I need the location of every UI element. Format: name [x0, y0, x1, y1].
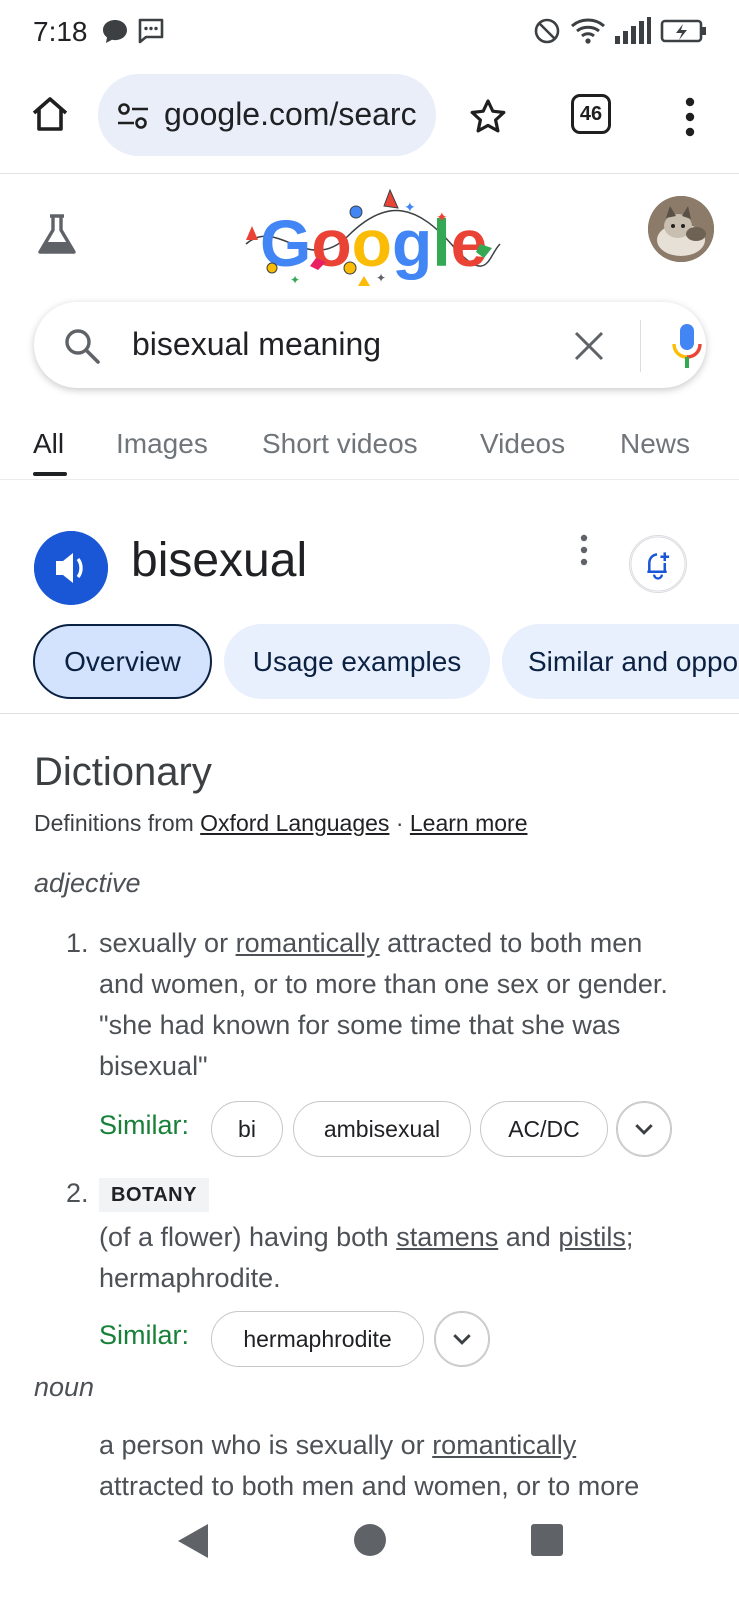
synonym-chip-bi[interactable]: bi	[211, 1101, 283, 1157]
microphone-icon[interactable]	[670, 322, 704, 370]
search-divider	[640, 320, 641, 372]
learn-more-link[interactable]: Learn more	[410, 810, 528, 836]
status-time: 7:18	[33, 16, 88, 47]
search-icon[interactable]	[62, 326, 102, 366]
recents-icon[interactable]	[531, 1524, 563, 1556]
synonym-chip-ambisexual[interactable]: ambisexual	[293, 1101, 471, 1157]
labs-flask-icon[interactable]	[34, 212, 80, 258]
definition-text: and	[505, 1222, 551, 1252]
subject-label-tag: BOTANY	[99, 1178, 209, 1212]
example-line: "she had known for some time that she wa…	[99, 1010, 621, 1040]
do-not-disturb-icon	[534, 18, 560, 44]
bookmark-star-icon[interactable]	[468, 97, 508, 137]
system-nav-bar	[0, 1500, 739, 1600]
more-vert-icon[interactable]	[674, 94, 706, 140]
tab-news[interactable]: News	[620, 428, 690, 460]
stamens-link[interactable]: stamens	[396, 1222, 498, 1252]
status-bar: 7:18	[0, 0, 739, 64]
part-of-speech-noun: noun	[34, 1372, 95, 1402]
svg-text:✦: ✦	[290, 273, 300, 287]
more-options-icon[interactable]	[576, 534, 592, 566]
entry-word: bisexual	[131, 534, 308, 587]
site-settings-icon[interactable]	[116, 100, 150, 132]
tab-short-videos[interactable]: Short videos	[262, 428, 418, 460]
wifi-icon	[571, 18, 605, 44]
synonym-chip-hermaphrodite[interactable]: hermaphrodite	[211, 1311, 424, 1367]
definition-line: sexually or romantically attracted to bo…	[99, 928, 642, 959]
source-separator: ·	[395, 810, 404, 836]
pistils-link[interactable]: pistils	[558, 1222, 626, 1252]
back-icon[interactable]	[176, 1522, 210, 1560]
dictionary-source: Definitions from Oxford Languages · Lear…	[34, 810, 528, 837]
definition-line: and women, or to more than one sex or ge…	[99, 969, 668, 999]
tab-videos[interactable]: Videos	[480, 428, 565, 460]
definition-line: a person who is sexually or romantically	[99, 1430, 576, 1461]
active-tab-indicator	[33, 472, 67, 476]
svg-text:✦: ✦	[436, 209, 448, 225]
definition-text: (of a flower) having both	[99, 1222, 389, 1252]
definition-text: sexually or	[99, 928, 229, 958]
similar-label: Similar:	[99, 1320, 190, 1350]
oxford-languages-link[interactable]: Oxford Languages	[200, 810, 389, 836]
browser-toolbar: google.com/searc 46	[0, 64, 739, 174]
search-input[interactable]: bisexual meaning	[132, 326, 381, 363]
sense-number: 2.	[66, 1178, 89, 1208]
sense-number: 1.	[66, 928, 89, 958]
chat-bubble-icon	[103, 20, 127, 43]
romantically-link[interactable]: romantically	[236, 928, 380, 958]
chip-usage-examples[interactable]: Usage examples	[224, 624, 490, 699]
home-icon[interactable]	[28, 92, 72, 136]
address-bar[interactable]: google.com/searc	[98, 74, 436, 156]
definition-text: a person who is sexually or	[99, 1430, 425, 1460]
romantically-link[interactable]: romantically	[432, 1430, 576, 1460]
google-doodle-logo[interactable]: Google ✦ ✦ ✦ ✦	[238, 186, 508, 290]
tab-switcher-button[interactable]: 46	[571, 94, 611, 134]
chevron-down-icon[interactable]	[434, 1311, 490, 1367]
battery-charging-icon	[660, 19, 706, 43]
search-box[interactable]: bisexual meaning	[34, 302, 706, 388]
definition-text: attracted to both men	[387, 928, 643, 958]
definition-line: attracted to both men and women, or to m…	[99, 1471, 640, 1501]
section-chips: Overview Usage examples Similar and oppo…	[0, 624, 739, 714]
chevron-down-icon[interactable]	[616, 1101, 672, 1157]
example-line: bisexual"	[99, 1051, 208, 1081]
url-text: google.com/searc	[164, 96, 417, 132]
account-avatar[interactable]	[648, 196, 714, 262]
notification-add-icon[interactable]	[629, 535, 687, 593]
definition-text: ;	[625, 1222, 634, 1252]
dictionary-title: Dictionary	[34, 750, 212, 794]
source-prefix: Definitions from	[34, 810, 194, 836]
svg-text:Google: Google	[260, 206, 487, 280]
similar-label: Similar:	[99, 1110, 190, 1140]
signal-icon	[615, 17, 651, 44]
search-tabs: All Images Short videos Videos News	[0, 410, 739, 480]
message-icon	[138, 18, 164, 44]
svg-text:✦: ✦	[376, 271, 386, 285]
part-of-speech-adjective: adjective	[34, 868, 141, 898]
synonym-chip-ac-dc[interactable]: AC/DC	[480, 1101, 608, 1157]
home-nav-icon[interactable]	[354, 1524, 386, 1556]
definition-line: (of a flower) having both stamens and pi…	[99, 1222, 633, 1253]
svg-text:✦: ✦	[404, 199, 416, 215]
tab-all[interactable]: All	[33, 428, 64, 460]
pronunciation-speaker-icon[interactable]	[34, 531, 108, 605]
chip-overview[interactable]: Overview	[33, 624, 212, 699]
chip-similar-opposite[interactable]: Similar and opposite words	[502, 624, 739, 699]
definition-line: hermaphrodite.	[99, 1263, 281, 1293]
tab-images[interactable]: Images	[116, 428, 208, 460]
close-icon[interactable]	[572, 329, 606, 363]
